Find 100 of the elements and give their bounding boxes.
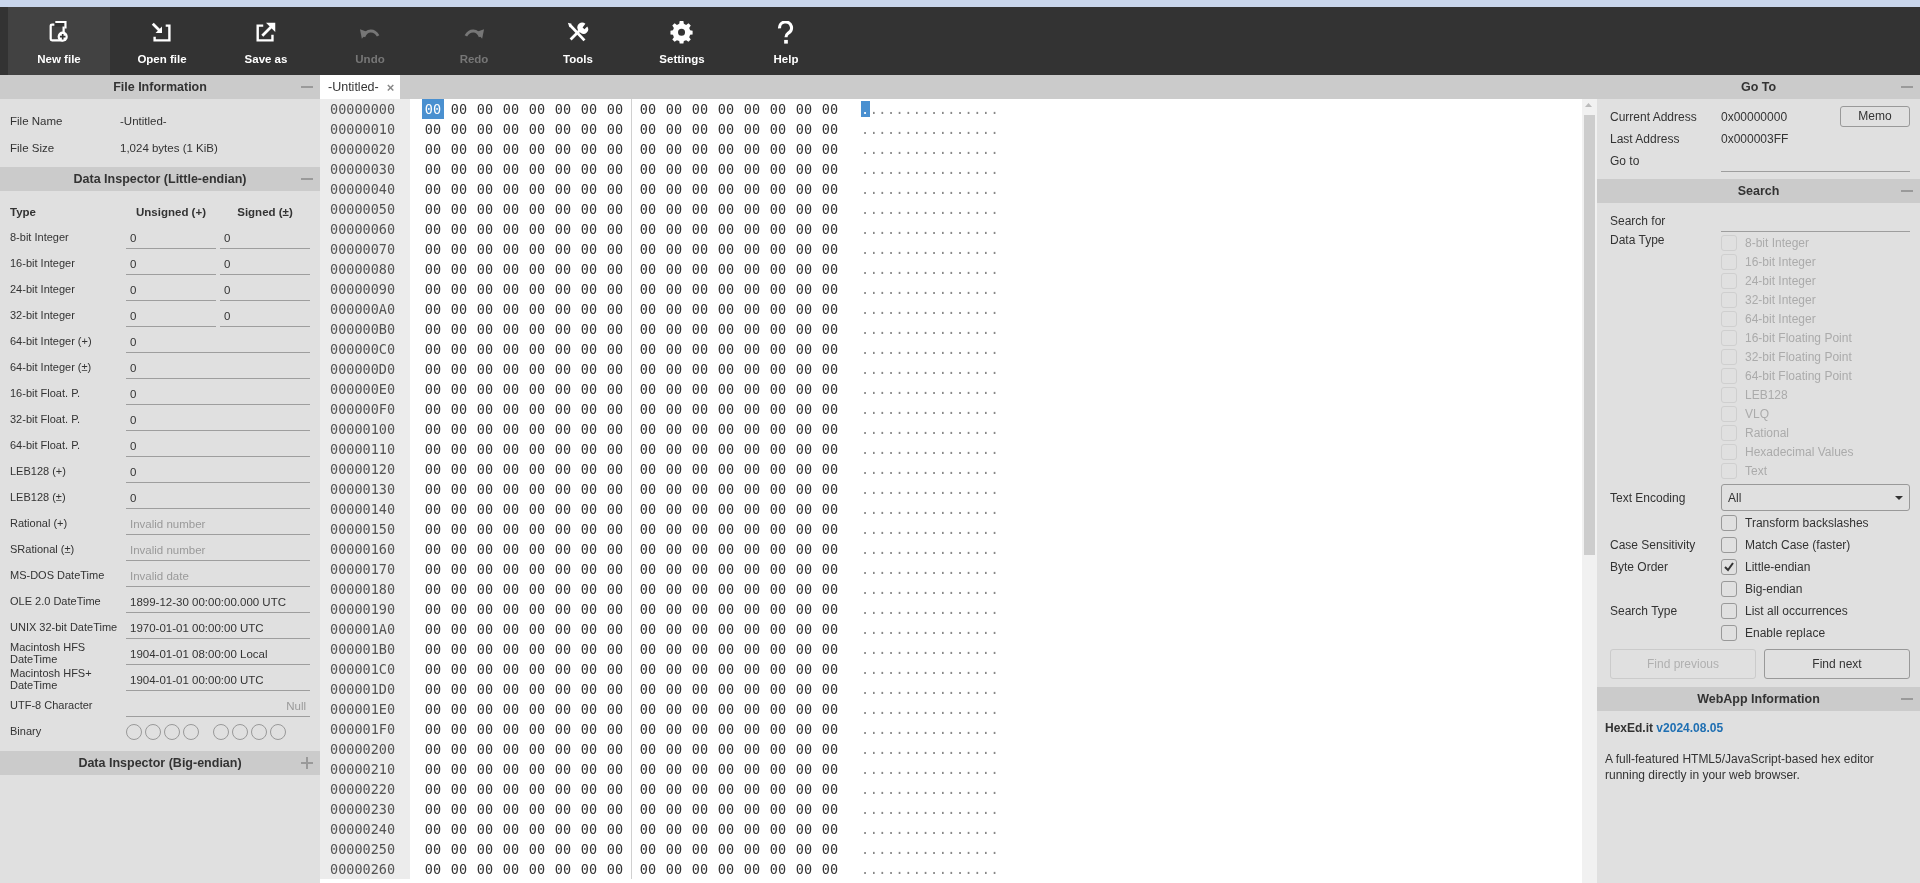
byte-cell[interactable]: 00 xyxy=(472,139,498,159)
byte-cell[interactable]: 00 xyxy=(446,539,472,559)
byte-cell[interactable]: 00 xyxy=(739,759,765,779)
byte-cell[interactable]: 00 xyxy=(635,799,661,819)
byte-cell[interactable]: 00 xyxy=(550,859,576,879)
byte-cell[interactable]: 00 xyxy=(602,139,628,159)
byte-cell[interactable]: 00 xyxy=(420,419,446,439)
byte-cell[interactable]: 00 xyxy=(524,539,550,559)
byte-cell[interactable]: 00 xyxy=(713,479,739,499)
byte-cell[interactable]: 00 xyxy=(602,479,628,499)
byte-cell[interactable]: 00 xyxy=(739,579,765,599)
byte-cell[interactable]: 00 xyxy=(687,539,713,559)
byte-cell[interactable]: 00 xyxy=(791,319,817,339)
scroll-up-icon[interactable] xyxy=(1585,103,1592,107)
byte-cell[interactable]: 00 xyxy=(739,679,765,699)
byte-cell[interactable]: 00 xyxy=(687,459,713,479)
byte-cell[interactable]: 00 xyxy=(817,479,843,499)
byte-cell[interactable]: 00 xyxy=(765,359,791,379)
byte-cell[interactable]: 00 xyxy=(602,699,628,719)
byte-cell[interactable]: 00 xyxy=(576,419,602,439)
byte-cell[interactable]: 00 xyxy=(661,139,687,159)
byte-cell[interactable]: 00 xyxy=(661,299,687,319)
byte-cell[interactable]: 00 xyxy=(420,799,446,819)
byte-cell[interactable]: 00 xyxy=(576,579,602,599)
byte-cell[interactable]: 00 xyxy=(765,459,791,479)
byte-cell[interactable]: 00 xyxy=(713,719,739,739)
byte-cell[interactable]: 00 xyxy=(498,619,524,639)
checkbox[interactable] xyxy=(1721,624,1737,641)
byte-cell[interactable]: 00 xyxy=(635,219,661,239)
byte-cell[interactable]: 00 xyxy=(739,99,765,119)
byte-cell[interactable]: 00 xyxy=(765,119,791,139)
byte-cell[interactable]: 00 xyxy=(602,239,628,259)
byte-cell[interactable]: 00 xyxy=(446,119,472,139)
byte-cell[interactable]: 00 xyxy=(739,719,765,739)
byte-cell[interactable]: 00 xyxy=(817,759,843,779)
byte-cell[interactable]: 00 xyxy=(713,539,739,559)
byte-cell[interactable]: 00 xyxy=(420,859,446,879)
value-field[interactable]: 0 xyxy=(126,305,216,327)
byte-cell[interactable]: 00 xyxy=(765,139,791,159)
byte-cell[interactable]: 00 xyxy=(661,119,687,139)
byte-cell[interactable]: 00 xyxy=(765,179,791,199)
byte-cell[interactable]: 00 xyxy=(739,399,765,419)
byte-cell[interactable]: 00 xyxy=(472,299,498,319)
byte-cell[interactable]: 00 xyxy=(524,399,550,419)
byte-cell[interactable]: 00 xyxy=(791,559,817,579)
byte-cell[interactable]: 00 xyxy=(420,499,446,519)
byte-cell[interactable]: 00 xyxy=(602,819,628,839)
byte-cell[interactable]: 00 xyxy=(687,819,713,839)
byte-cell[interactable]: 00 xyxy=(446,99,472,119)
byte-cell[interactable]: 00 xyxy=(661,859,687,879)
byte-cell[interactable]: 00 xyxy=(817,239,843,259)
byte-cell[interactable]: 00 xyxy=(817,219,843,239)
byte-cell[interactable]: 00 xyxy=(687,419,713,439)
byte-cell[interactable]: 00 xyxy=(576,139,602,159)
byte-cell[interactable]: 00 xyxy=(550,559,576,579)
byte-cell[interactable]: 00 xyxy=(739,299,765,319)
byte-cell[interactable]: 00 xyxy=(446,619,472,639)
byte-cell[interactable]: 00 xyxy=(550,419,576,439)
byte-cell[interactable]: 00 xyxy=(687,679,713,699)
byte-cell[interactable]: 00 xyxy=(472,679,498,699)
byte-cell[interactable]: 00 xyxy=(713,259,739,279)
byte-cell[interactable]: 00 xyxy=(602,179,628,199)
byte-cell[interactable]: 00 xyxy=(713,739,739,759)
byte-cell[interactable]: 00 xyxy=(739,179,765,199)
byte-cell[interactable]: 00 xyxy=(739,419,765,439)
byte-cell[interactable]: 00 xyxy=(602,839,628,859)
byte-cell[interactable]: 00 xyxy=(498,559,524,579)
byte-cell[interactable]: 00 xyxy=(602,859,628,879)
byte-cell[interactable]: 00 xyxy=(498,539,524,559)
byte-cell[interactable]: 00 xyxy=(472,199,498,219)
byte-cell[interactable]: 00 xyxy=(687,339,713,359)
byte-cell[interactable]: 00 xyxy=(420,239,446,259)
byte-cell[interactable]: 00 xyxy=(576,219,602,239)
byte-cell[interactable]: 00 xyxy=(765,739,791,759)
byte-cell[interactable]: 00 xyxy=(791,199,817,219)
byte-cell[interactable]: 00 xyxy=(420,119,446,139)
value-field[interactable]: 0 xyxy=(220,253,310,275)
byte-cell[interactable]: 00 xyxy=(661,239,687,259)
byte-cell[interactable]: 00 xyxy=(713,339,739,359)
byte-cell[interactable]: 00 xyxy=(550,199,576,219)
byte-cell[interactable]: 00 xyxy=(817,139,843,159)
section-header[interactable]: Data Inspector (Big-endian) xyxy=(0,751,320,775)
byte-cell[interactable]: 00 xyxy=(635,639,661,659)
byte-cell[interactable]: 00 xyxy=(713,219,739,239)
byte-cell[interactable]: 00 xyxy=(739,539,765,559)
byte-cell[interactable]: 00 xyxy=(550,579,576,599)
byte-cell[interactable]: 00 xyxy=(739,119,765,139)
byte-cell[interactable]: 00 xyxy=(661,779,687,799)
byte-cell[interactable]: 00 xyxy=(765,419,791,439)
byte-cell[interactable]: 00 xyxy=(472,319,498,339)
byte-cell[interactable]: 00 xyxy=(420,299,446,319)
byte-cell[interactable]: 00 xyxy=(472,279,498,299)
byte-cell[interactable]: 00 xyxy=(791,699,817,719)
byte-cell[interactable]: 00 xyxy=(420,259,446,279)
byte-cell[interactable]: 00 xyxy=(446,659,472,679)
byte-cell[interactable]: 00 xyxy=(472,259,498,279)
byte-cell[interactable]: 00 xyxy=(576,759,602,779)
byte-cell[interactable]: 00 xyxy=(446,159,472,179)
byte-cell[interactable]: 00 xyxy=(498,399,524,419)
byte-cell[interactable]: 00 xyxy=(576,379,602,399)
